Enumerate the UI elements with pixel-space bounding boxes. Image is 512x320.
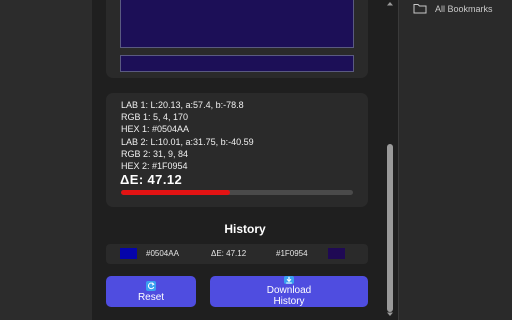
history-color1-swatch (120, 248, 137, 259)
history-hex1: #0504AA (146, 249, 179, 258)
history-hex2: #1F0954 (276, 249, 308, 258)
history-title: History (224, 222, 266, 236)
folder-icon (413, 4, 427, 14)
background-left (0, 0, 92, 320)
color-preview-swatch (120, 0, 354, 48)
hex1-text: HEX 1: #0504AA (121, 124, 190, 135)
download-history-button[interactable]: Download History (210, 276, 368, 307)
hex2-text: HEX 2: #1F0954 (121, 161, 188, 172)
download-icon (284, 276, 294, 284)
delta-e-bar-fill (121, 190, 231, 195)
lab2-text: LAB 2: L:10.01, a:31.75, b:-40.59 (121, 136, 254, 147)
reset-button[interactable]: Reset (106, 276, 196, 307)
delta-e-value: ΔE: 47.12 (120, 172, 183, 187)
color-preview-strip (120, 55, 354, 72)
reset-label: Reset (137, 291, 165, 303)
history-color2-swatch (328, 248, 345, 259)
download-label-line1: Download (266, 285, 312, 296)
scroll-down-arrow-icon[interactable] (386, 311, 394, 318)
lab1-text: LAB 1: L:20.13, a:57.4, b:-78.8 (121, 100, 244, 110)
bookmarks-sidebar (398, 0, 512, 320)
color-info-text: LAB 1: L:20.13, a:57.4, b:-78.8 RGB 1: 5… (121, 99, 254, 172)
delta-e-bar (121, 190, 353, 195)
all-bookmarks-item[interactable]: All Bookmarks (413, 3, 493, 14)
history-delta: ΔE: 47.12 (211, 249, 247, 258)
rgb1-text: RGB 1: 5, 4, 170 (121, 112, 189, 123)
scrollbar-thumb[interactable] (387, 144, 393, 312)
rgb2-text: RGB 2: 31, 9, 84 (121, 148, 189, 159)
download-label-line2: History (273, 296, 305, 307)
all-bookmarks-label: All Bookmarks (435, 3, 493, 14)
scroll-up-arrow-icon[interactable] (386, 0, 394, 7)
refresh-icon (146, 280, 156, 291)
